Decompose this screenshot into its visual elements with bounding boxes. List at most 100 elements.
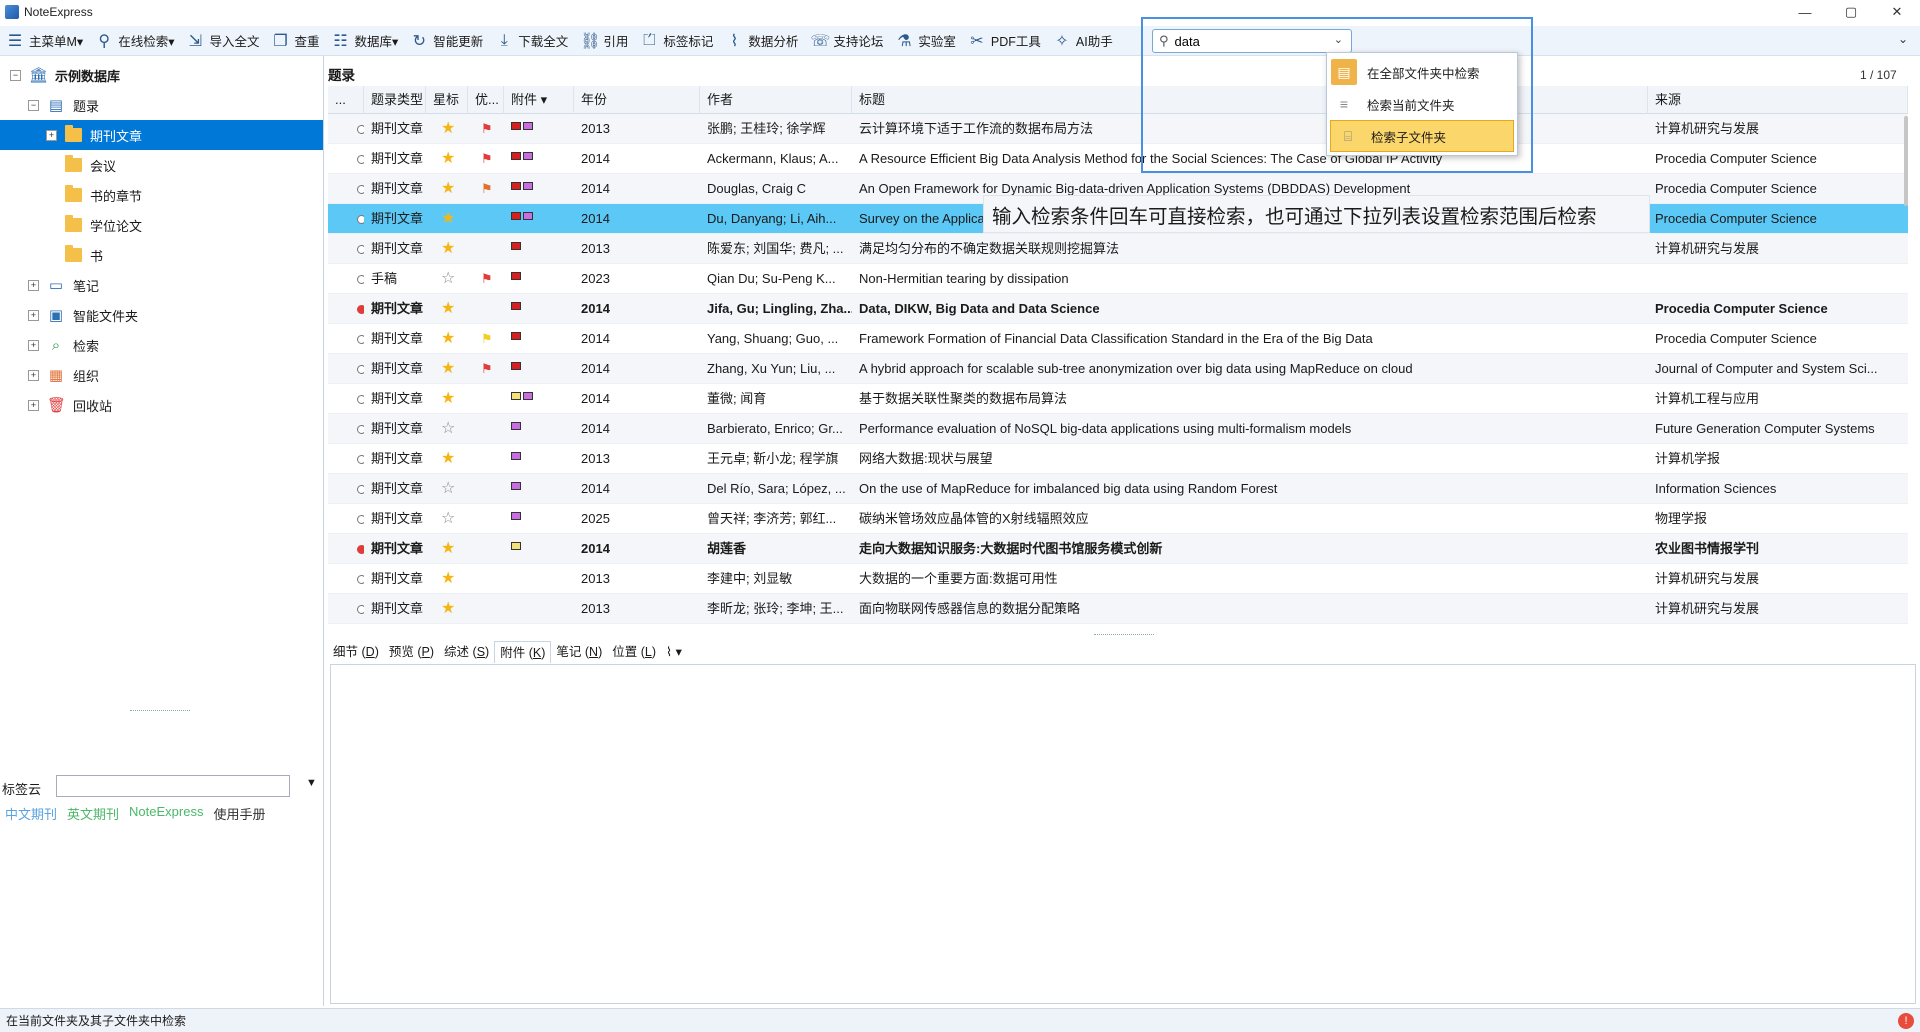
- column-header[interactable]: 作者: [700, 86, 852, 114]
- star-icon[interactable]: ★: [441, 330, 455, 347]
- toolbar-button-duplicate[interactable]: ❐ 查重: [265, 26, 325, 56]
- tab-s[interactable]: 综述 (S): [439, 641, 494, 663]
- tree-item-conference[interactable]: 会议: [65, 150, 116, 180]
- table-row[interactable]: 手稿 ☆ ⚑ 2023 Qian Du; Su-Peng K... Non-Hermiti…: [328, 264, 1908, 294]
- toolbar-button-menu[interactable]: ☰ 主菜单M▾: [0, 26, 89, 56]
- table-row[interactable]: 期刊文章 ★ 2014 董微; 闻育 基于数据关联性聚类的数据布局算法 计算机工程与应用: [328, 384, 1908, 414]
- tree-item-organize[interactable]: + ▦ 组织: [28, 360, 99, 390]
- star-icon[interactable]: ☆: [441, 270, 455, 287]
- search-box[interactable]: ⚲ ⌄: [1152, 29, 1352, 53]
- tree-item-search[interactable]: + ⌕ 检索: [28, 330, 99, 360]
- toolbar-button-pdf-tools[interactable]: ✂ PDF工具: [962, 26, 1047, 56]
- star-icon[interactable]: ★: [441, 360, 455, 377]
- read-status-icon[interactable]: [357, 395, 364, 405]
- column-header[interactable]: 优...: [468, 86, 504, 114]
- table-row[interactable]: 期刊文章 ★ 2013 陈爱东; 刘国华; 费凡; ... 满足均匀分布的不确定数据关联…: [328, 234, 1908, 264]
- collapse-icon[interactable]: −: [28, 99, 39, 111]
- attachment-icon[interactable]: [511, 271, 521, 280]
- tree-item-root[interactable]: − 🏛 示例数据库: [10, 60, 120, 90]
- expand-icon[interactable]: +: [28, 279, 39, 291]
- tab-l[interactable]: 位置 (L): [607, 641, 661, 663]
- column-header[interactable]: ...: [328, 86, 364, 114]
- table-row[interactable]: 期刊文章 ★ ⚑ 2013 张鹏; 王桂玲; 徐学辉 云计算环境下适于工作流的数据布局方法…: [328, 114, 1908, 144]
- attachment-icon[interactable]: [511, 181, 521, 190]
- expand-icon[interactable]: +: [28, 339, 39, 351]
- read-status-icon[interactable]: [357, 545, 364, 555]
- tag-link[interactable]: NoteExpress: [129, 804, 203, 823]
- read-status-icon[interactable]: [357, 245, 364, 255]
- tree-item-book[interactable]: 书: [65, 240, 103, 270]
- toolbar-button-analysis[interactable]: ⌇ 数据分析: [719, 26, 804, 56]
- tree-item-references[interactable]: − ▤ 题录: [28, 90, 99, 120]
- attachment-icon[interactable]: [511, 331, 521, 340]
- tree-item-book-chapter[interactable]: 书的章节: [65, 180, 142, 210]
- maximize-button[interactable]: ▢: [1828, 0, 1874, 24]
- read-status-icon[interactable]: [357, 155, 364, 165]
- star-icon[interactable]: ★: [441, 210, 455, 227]
- column-header[interactable]: 附件 ▾: [504, 86, 574, 114]
- attachment-icon[interactable]: [511, 361, 521, 370]
- attachment-icon[interactable]: [511, 121, 521, 130]
- star-icon[interactable]: ★: [441, 570, 455, 587]
- toolbar-button-import[interactable]: ⇲ 导入全文: [180, 26, 265, 56]
- tab-k[interactable]: 附件 (K): [494, 641, 552, 663]
- collapse-icon[interactable]: −: [10, 69, 21, 81]
- attachment-icon[interactable]: [523, 211, 533, 220]
- table-row[interactable]: 期刊文章 ★ ⚑ 2014 Zhang, Xu Yun; Liu, ... A hybri…: [328, 354, 1908, 384]
- tree-item-thesis[interactable]: 学位论文: [65, 210, 142, 240]
- toolbar-button-tag[interactable]: ⏍ 标签标记: [634, 26, 719, 56]
- attachment-icon[interactable]: [523, 121, 533, 130]
- attachment-icon[interactable]: [511, 421, 521, 430]
- read-status-icon[interactable]: [357, 575, 364, 585]
- tab-d[interactable]: 细节 (D): [328, 641, 384, 663]
- expand-icon[interactable]: +: [28, 369, 39, 381]
- table-row[interactable]: 期刊文章 ★ 2013 李昕龙; 张玲; 李坤; 王... 面向物联网传感器信息的数据分…: [328, 594, 1908, 624]
- star-icon[interactable]: ★: [441, 150, 455, 167]
- read-status-icon[interactable]: [357, 515, 364, 525]
- toolbar-button-forum[interactable]: ☏ 支持论坛: [804, 26, 889, 56]
- table-row[interactable]: 期刊文章 ☆ 2025 曾天祥; 李济芳; 郭红... 碳纳米管场效应晶体管的X射线辐照…: [328, 504, 1908, 534]
- read-status-icon[interactable]: [357, 605, 364, 615]
- expand-icon[interactable]: +: [28, 309, 39, 321]
- tab-n[interactable]: 笔记 (N): [551, 641, 607, 663]
- toolbar-button-ai[interactable]: ✧ AI助手: [1047, 26, 1119, 56]
- read-status-icon[interactable]: [357, 275, 364, 285]
- menu-item-search-subfolders[interactable]: ⌸ 检索子文件夹: [1330, 120, 1514, 152]
- tag-filter-input[interactable]: [56, 775, 290, 797]
- tag-link[interactable]: 英文期刊: [67, 804, 119, 823]
- table-row[interactable]: 期刊文章 ☆ 2014 Del Río, Sara; López, ... On the…: [328, 474, 1908, 504]
- table-row[interactable]: 期刊文章 ☆ 2014 Barbierato, Enrico; Gr... Perfor…: [328, 414, 1908, 444]
- attachment-icon[interactable]: [511, 481, 521, 490]
- table-row[interactable]: 期刊文章 ★ 2013 王元卓; 靳小龙; 程学旗 网络大数据:现状与展望 计算机学报: [328, 444, 1908, 474]
- chevron-down-icon[interactable]: ⌄: [1334, 33, 1343, 46]
- tree-item-recycle-bin[interactable]: + 🗑 回收站: [28, 390, 112, 420]
- star-icon[interactable]: ★: [441, 300, 455, 317]
- attachment-icon[interactable]: [511, 391, 521, 400]
- table-row[interactable]: 期刊文章 ★ ⚑ 2014 Yang, Shuang; Guo, ... Framewor…: [328, 324, 1908, 354]
- flag-icon[interactable]: ⚑: [481, 181, 493, 196]
- column-header[interactable]: 题录类型: [364, 86, 426, 114]
- toolbar-button-database[interactable]: ☷ 数据库▾: [326, 26, 405, 56]
- read-status-icon[interactable]: [357, 335, 364, 345]
- tree-item-notes[interactable]: + ▭ 笔记: [28, 270, 99, 300]
- tag-link[interactable]: 使用手册: [213, 804, 265, 823]
- toolbar-button-search[interactable]: ⚲ 在线检索▾: [89, 26, 180, 56]
- attachment-icon[interactable]: [511, 301, 521, 310]
- star-icon[interactable]: ★: [441, 540, 455, 557]
- close-button[interactable]: ✕: [1874, 0, 1920, 24]
- star-icon[interactable]: ★: [441, 600, 455, 617]
- read-status-icon[interactable]: [357, 455, 364, 465]
- attachment-icon[interactable]: [511, 151, 521, 160]
- minimize-button[interactable]: —: [1782, 0, 1828, 24]
- flag-icon[interactable]: ⚑: [481, 271, 493, 286]
- attachment-icon[interactable]: [511, 511, 521, 520]
- toolbar-button-cite[interactable]: ⛓ 引用: [574, 26, 634, 56]
- read-status-icon[interactable]: [357, 185, 364, 195]
- star-icon[interactable]: ☆: [441, 510, 455, 527]
- vertical-scrollbar[interactable]: [1904, 116, 1908, 206]
- attachment-icon[interactable]: [523, 181, 533, 190]
- attachment-icon[interactable]: [523, 151, 533, 160]
- expand-icon[interactable]: +: [28, 399, 39, 411]
- attachment-clip-icon[interactable]: ⌇ ▾: [661, 641, 687, 663]
- attachment-icon[interactable]: [511, 211, 521, 220]
